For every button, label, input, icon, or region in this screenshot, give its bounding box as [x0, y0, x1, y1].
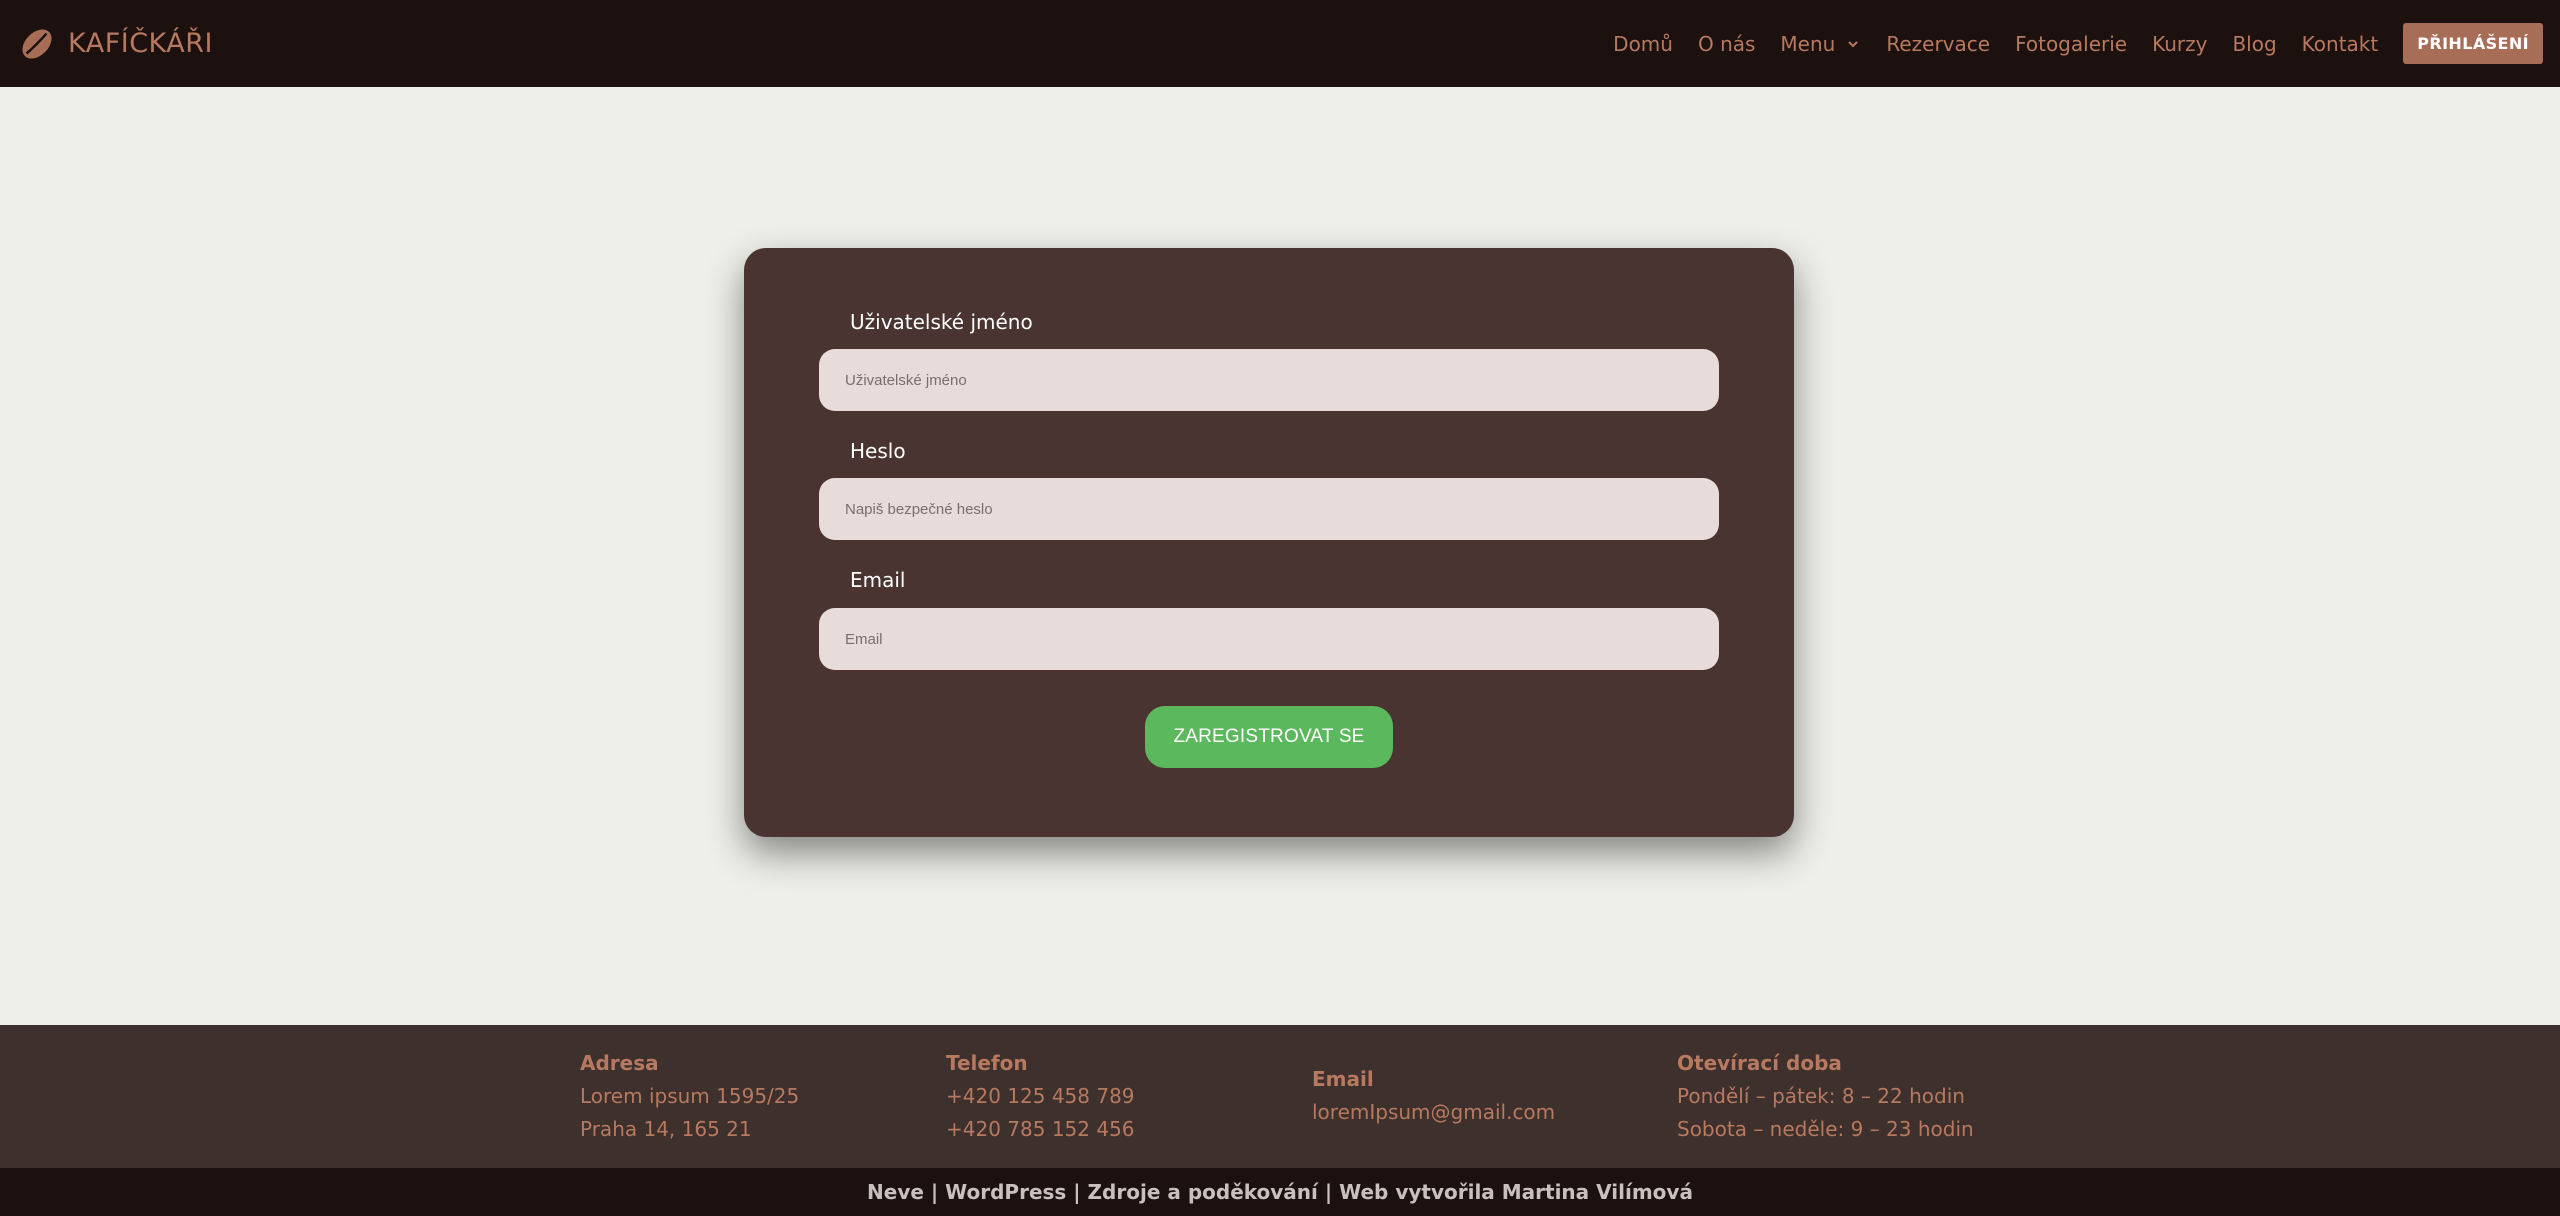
chevron-down-icon[interactable]: [1845, 36, 1861, 52]
coffee-bean-icon: [22, 28, 52, 59]
nav-item-courses[interactable]: Kurzy: [2152, 32, 2207, 56]
footer-hours: Otevírací doba Pondělí – pátek: 8 – 22 h…: [1677, 1047, 1974, 1146]
footer-hours-title: Otevírací doba: [1677, 1051, 1842, 1075]
footer-address-line1: Lorem ipsum 1595/25: [580, 1084, 800, 1108]
footer-hours-line2: Sobota – neděle: 9 – 23 hodin: [1677, 1117, 1974, 1141]
footer-email-title: Email: [1312, 1067, 1374, 1091]
footer-address-title: Adresa: [580, 1051, 659, 1075]
password-label: Heslo: [850, 439, 906, 463]
footer-hours-line1: Pondělí – pátek: 8 – 22 hodin: [1677, 1084, 1965, 1108]
email-label: Email: [850, 568, 906, 592]
site-header: KAFÍČKÁŘI Domů O nás Menu Rezervace Foto…: [0, 0, 2560, 87]
login-button[interactable]: PŘIHLÁŠENÍ: [2403, 23, 2543, 64]
footer-email-value: loremIpsum@gmail.com: [1312, 1100, 1556, 1124]
nav-item-menu-label: Menu: [1780, 31, 1836, 56]
brand-name: KAFÍČKÁŘI: [68, 28, 213, 59]
footer-address-line2: Praha 14, 165 21: [580, 1117, 752, 1141]
footer-phone-line1: +420 125 458 789: [946, 1084, 1135, 1108]
nav-item-blog[interactable]: Blog: [2232, 32, 2276, 56]
site-footer: Adresa Lorem ipsum 1595/25 Praha 14, 165…: [0, 1025, 2560, 1168]
password-input[interactable]: [819, 478, 1719, 540]
nav-item-menu[interactable]: Menu: [1780, 32, 1861, 56]
nav-item-home[interactable]: Domů: [1613, 32, 1673, 56]
username-label: Uživatelské jméno: [850, 310, 1033, 334]
footer-email: Email loremIpsum@gmail.com: [1312, 1063, 1555, 1129]
footer-address: Adresa Lorem ipsum 1595/25 Praha 14, 165…: [580, 1047, 799, 1146]
nav-item-contact[interactable]: Kontakt: [2302, 32, 2379, 56]
main-nav: Domů O nás Menu Rezervace Fotogalerie Ku…: [1613, 0, 2543, 87]
footer-phone-line2: +420 785 152 456: [946, 1117, 1135, 1141]
nav-item-gallery[interactable]: Fotogalerie: [2015, 32, 2127, 56]
bottom-bar: Neve | WordPress | Zdroje a poděkování |…: [0, 1168, 2560, 1216]
footer-phone: Telefon +420 125 458 789 +420 785 152 45…: [946, 1047, 1135, 1146]
register-button[interactable]: ZAREGISTROVAT SE: [1145, 706, 1393, 768]
credits-text: Neve | WordPress | Zdroje a poděkování |…: [867, 1180, 1693, 1204]
username-input[interactable]: [819, 349, 1719, 411]
site-logo[interactable]: KAFÍČKÁŘI: [18, 25, 213, 63]
registration-form: Uživatelské jméno Heslo Email ZAREGISTRO…: [744, 248, 1794, 837]
email-input[interactable]: [819, 608, 1719, 670]
nav-item-reservation[interactable]: Rezervace: [1886, 32, 1990, 56]
footer-phone-title: Telefon: [946, 1051, 1028, 1075]
nav-item-about[interactable]: O nás: [1698, 32, 1755, 56]
